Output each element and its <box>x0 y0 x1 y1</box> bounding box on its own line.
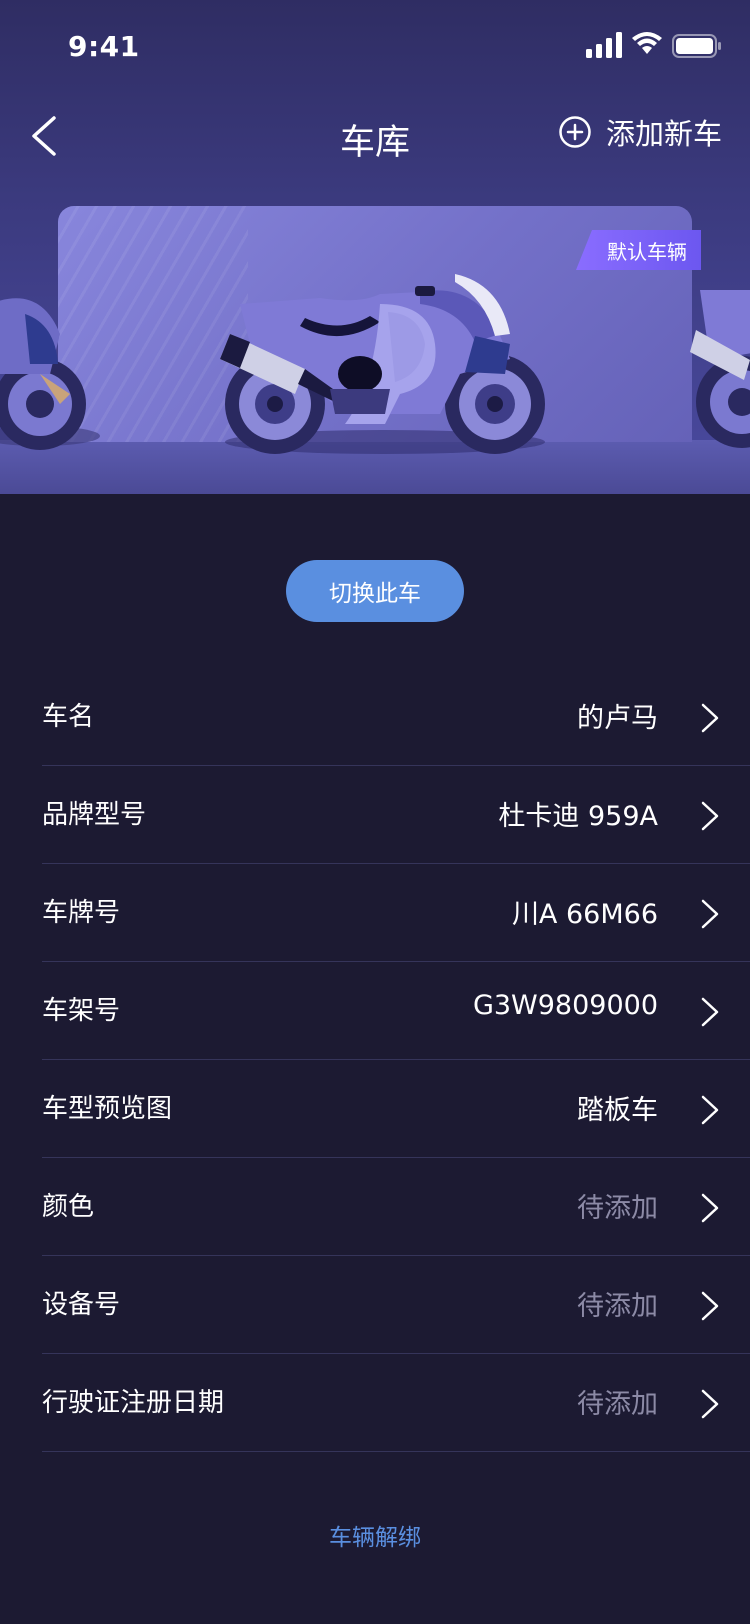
add-new-car-label: 添加新车 <box>605 117 722 151</box>
add-new-car-button[interactable]: 添加新车 <box>558 104 722 160</box>
chevron-right-icon <box>701 997 719 1027</box>
row-label: 车型预览图 <box>42 1094 173 1124</box>
motorcycle-prev-image[interactable] <box>0 264 100 464</box>
switch-car-label: 切换此车 <box>329 581 421 607</box>
chevron-right-icon <box>701 801 719 831</box>
motorcycle-next-image[interactable] <box>690 290 750 460</box>
row-color[interactable]: 颜色 待添加 <box>42 1158 750 1256</box>
chevron-right-icon <box>701 1291 719 1321</box>
battery-icon <box>672 34 721 58</box>
motorcycle-image <box>220 274 545 454</box>
row-device-number[interactable]: 设备号 待添加 <box>42 1256 750 1354</box>
row-label: 车名 <box>42 702 95 732</box>
cellular-signal-icon <box>586 32 622 58</box>
row-plate-number[interactable]: 车牌号 川A 66M66 <box>42 864 750 962</box>
vehicle-info-list: 车名 的卢马 品牌型号 杜卡迪 959A 车牌号 川A 66M66 车架号 G3… <box>42 668 750 1452</box>
row-model-preview[interactable]: 车型预览图 踏板车 <box>42 1060 750 1158</box>
row-value: 待添加 <box>577 1291 658 1322</box>
status-time: 9:41 <box>68 30 140 63</box>
status-bar: 9:41 <box>0 0 750 92</box>
row-value: 川A 66M66 <box>511 899 658 930</box>
chevron-right-icon <box>701 703 719 733</box>
unbind-vehicle-button[interactable]: 车辆解绑 <box>0 1518 750 1552</box>
row-label: 设备号 <box>42 1290 121 1320</box>
row-value: 杜卡迪 959A <box>498 801 658 832</box>
row-car-name[interactable]: 车名 的卢马 <box>42 668 750 766</box>
switch-car-button[interactable]: 切换此车 <box>286 560 464 622</box>
row-label: 车牌号 <box>42 898 121 928</box>
unbind-vehicle-label: 车辆解绑 <box>329 1525 421 1551</box>
chevron-right-icon <box>701 899 719 929</box>
row-value: 待添加 <box>577 1193 658 1224</box>
default-vehicle-badge: 默认车辆 <box>576 230 701 270</box>
row-label: 行驶证注册日期 <box>42 1388 225 1418</box>
chevron-right-icon <box>701 1389 719 1419</box>
row-value: 的卢马 <box>577 703 658 734</box>
chevron-right-icon <box>701 1193 719 1223</box>
row-value: G3W9809000 <box>472 990 658 1021</box>
row-value: 踏板车 <box>577 1095 658 1126</box>
plus-circle-icon <box>559 116 591 148</box>
default-badge-label: 默认车辆 <box>607 239 687 264</box>
row-value: 待添加 <box>577 1389 658 1420</box>
chevron-right-icon <box>701 1095 719 1125</box>
wifi-icon <box>632 32 662 54</box>
row-label: 颜色 <box>42 1192 95 1222</box>
row-frame-number[interactable]: 车架号 G3W9809000 <box>42 962 750 1060</box>
row-license-registration-date[interactable]: 行驶证注册日期 待添加 <box>42 1354 750 1452</box>
nav-bar: 车库 添加新车 <box>0 92 750 180</box>
row-label: 车架号 <box>42 996 121 1026</box>
row-label: 品牌型号 <box>42 800 147 830</box>
row-brand-model[interactable]: 品牌型号 杜卡迪 959A <box>42 766 750 864</box>
